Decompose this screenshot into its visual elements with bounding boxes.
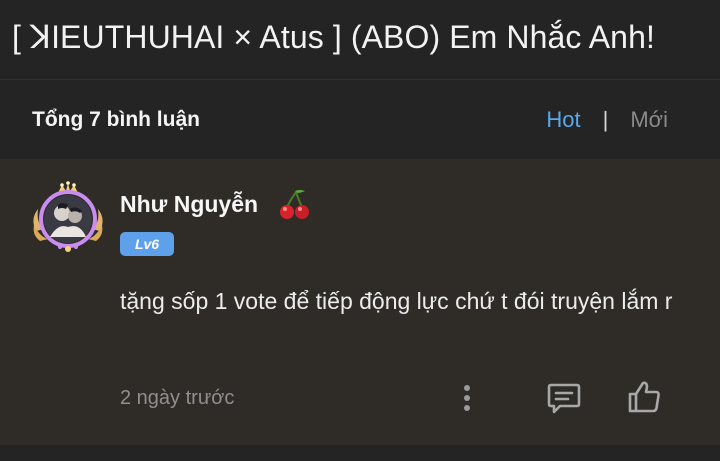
comment-count-label: Tổng 7 bình luận — [32, 108, 200, 131]
level-badge: Lv6 — [120, 232, 174, 256]
sort-tab-new[interactable]: Mới — [630, 107, 668, 133]
story-title: [ ꓘIEUTHUHAI × Atus ] (ABO) Em Nhắc Anh! — [12, 19, 655, 55]
comments-page: [ ꓘIEUTHUHAI × Atus ] (ABO) Em Nhắc Anh!… — [0, 0, 720, 461]
avatar-frame — [33, 181, 103, 252]
like-icon[interactable] — [626, 379, 662, 415]
sort-tab-hot[interactable]: Hot — [546, 107, 580, 133]
comment-item: Như Nguyễn Lv6 tặng sốp 1 vote để tiếp đ… — [0, 159, 720, 445]
cherry-icon — [280, 190, 309, 219]
sort-tabs: Hot | Mới — [546, 107, 668, 133]
bottom-divider — [0, 445, 720, 461]
comment-text: tặng sốp 1 vote để tiếp động lực chứ t đ… — [120, 288, 673, 314]
comments-header: Tổng 7 bình luận Hot | Mới — [0, 80, 720, 159]
avatar[interactable] — [28, 179, 108, 259]
reply-icon[interactable] — [546, 381, 582, 415]
sort-separator: | — [602, 107, 609, 132]
more-options-icon[interactable] — [456, 383, 478, 413]
comment-username[interactable]: Như Nguyễn — [120, 191, 258, 218]
title-bar: [ ꓘIEUTHUHAI × Atus ] (ABO) Em Nhắc Anh! — [0, 0, 720, 80]
comment-timestamp: 2 ngày trước — [120, 387, 235, 409]
